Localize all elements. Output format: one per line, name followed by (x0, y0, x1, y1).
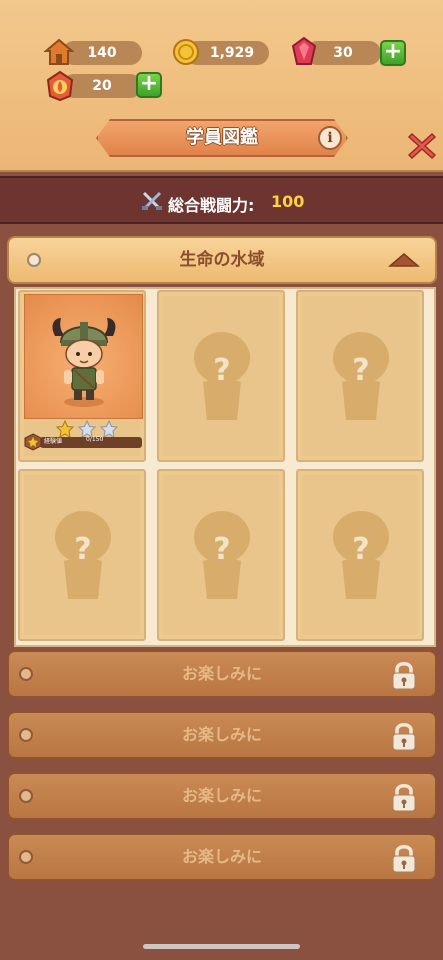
lock-icon (392, 784, 416, 812)
page-title: 学員図鑑 (186, 127, 258, 148)
student-card-5[interactable]: ? (157, 469, 285, 641)
student-card-3[interactable]: ? (296, 290, 424, 462)
add-gems-button[interactable]: + (380, 40, 406, 66)
close-icon[interactable] (406, 130, 438, 162)
svg-text:?: ? (213, 353, 230, 388)
locked-region-label: お楽しみに (181, 786, 262, 805)
home-value: 140 (87, 45, 117, 61)
unknown-student-silhouette-icon: ? (55, 511, 111, 599)
locked-region-2[interactable]: お楽しみに (7, 711, 437, 759)
lock-icon (392, 723, 416, 751)
star-badge-icon (24, 433, 42, 451)
triangle-up-icon[interactable] (387, 252, 421, 268)
student-card-4[interactable]: ? (18, 469, 146, 641)
info-icon[interactable]: i (318, 126, 342, 150)
locked-region-label: お楽しみに (181, 847, 262, 866)
locked-region-4[interactable]: お楽しみに (7, 833, 437, 881)
region-header-life-waters[interactable]: 生命の水域 (7, 236, 437, 284)
student-card-6[interactable]: ? (296, 469, 424, 641)
badge-resource: 20 (62, 74, 142, 98)
power-value: 100 (271, 192, 305, 211)
svg-text:?: ? (352, 353, 369, 388)
region-title: 生命の水域 (179, 250, 265, 270)
locked-region-label: お楽しみに (181, 664, 262, 683)
coin-icon (173, 39, 199, 65)
locked-region-1[interactable]: お楽しみに (7, 650, 437, 698)
unknown-student-silhouette-icon: ? (333, 332, 389, 420)
house-icon (44, 38, 74, 65)
top-header: 140 1,929 30 + 20 + 学員図鑑 i (0, 0, 443, 172)
locked-region-label: お楽しみに (181, 725, 262, 744)
lock-icon (392, 845, 416, 873)
home-resource: 140 (62, 41, 142, 65)
exp-bar: 経験値 0/150 (24, 433, 143, 451)
locked-region-3[interactable]: お楽しみに (7, 772, 437, 820)
add-badge-button[interactable]: + (136, 72, 162, 98)
svg-text:?: ? (352, 532, 369, 567)
gem-icon (291, 36, 317, 65)
exp-value: 0/150 (86, 436, 104, 443)
title-banner-frame: 学員図鑑 (96, 119, 348, 157)
viking-warrior-figure (52, 318, 116, 407)
total-power-bar: 総合戦闘力: 100 (0, 176, 443, 224)
svg-text:?: ? (74, 532, 91, 567)
exp-label: 経験値 (44, 438, 63, 445)
home-indicator[interactable] (143, 944, 300, 949)
badge-value: 20 (92, 78, 112, 94)
student-card-2[interactable]: ? (157, 290, 285, 462)
fire-badge-icon (46, 70, 74, 102)
unknown-student-silhouette-icon: ? (194, 511, 250, 599)
power-label: 総合戦闘力: (168, 196, 255, 215)
lock-icon (392, 662, 416, 690)
crossed-swords-icon (142, 191, 162, 210)
svg-text:?: ? (213, 532, 230, 567)
unknown-student-silhouette-icon: ? (194, 332, 250, 420)
unknown-student-silhouette-icon: ? (333, 511, 389, 599)
